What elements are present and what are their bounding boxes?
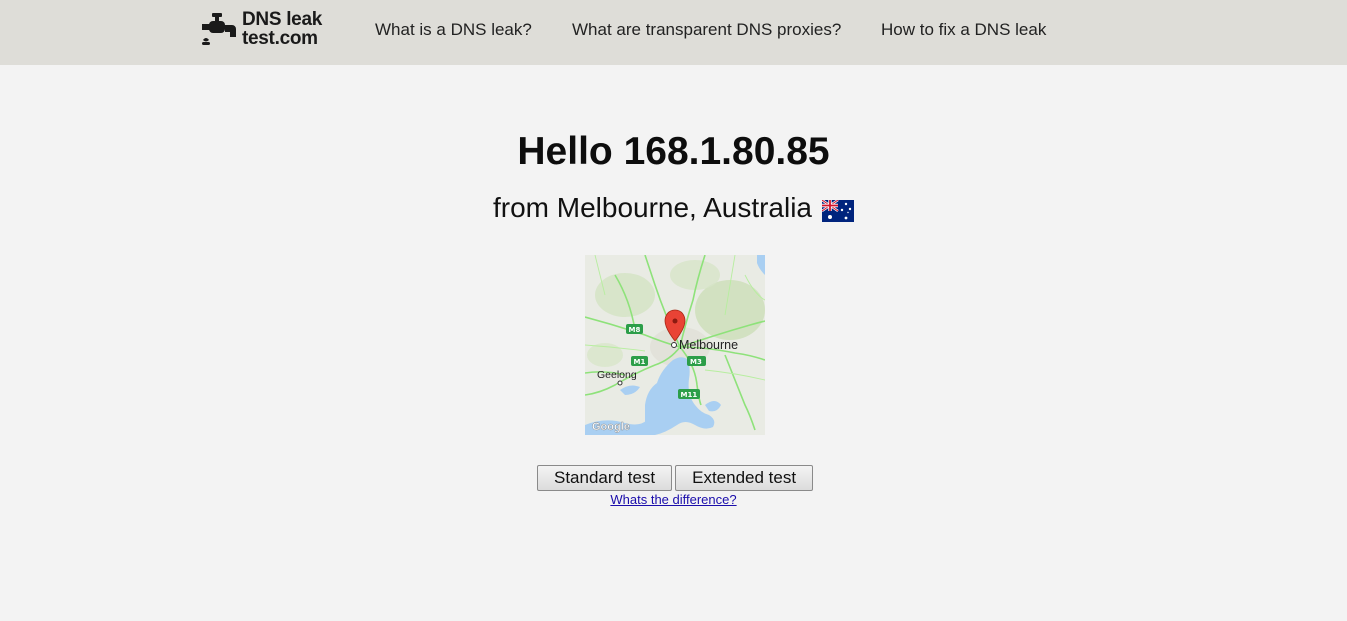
difference-link[interactable]: Whats the difference? — [610, 492, 736, 507]
map-attribution: Google — [592, 421, 630, 433]
site-header: DNS leak test.com What is a DNS leak? Wh… — [0, 0, 1347, 65]
faucet-logo-icon — [200, 10, 238, 48]
test-buttons: Standard test Extended test — [537, 465, 814, 491]
location-text: from Melbourne, Australia — [492, 192, 813, 223]
nav-link-what-is-dns-leak[interactable]: What is a DNS leak? — [375, 20, 532, 40]
map-label-m8: M8 — [629, 326, 641, 334]
map-label-m1: M1 — [634, 358, 646, 366]
ip-greeting: Hello 168.1.80.85 — [517, 130, 830, 173]
nav-link-transparent-dns-proxies[interactable]: What are transparent DNS proxies? — [572, 20, 841, 40]
map-label-m3: M3 — [690, 358, 702, 366]
logo-line-1: DNS leak — [242, 9, 322, 30]
map-label-melbourne: Melbourne — [679, 338, 738, 352]
logo-text: DNS leak test.com — [242, 10, 322, 48]
extended-test-button[interactable]: Extended test — [675, 465, 814, 491]
australia-flag-icon — [821, 197, 855, 222]
map-label-m11: M11 — [681, 391, 698, 399]
nav-link-how-to-fix[interactable]: How to fix a DNS leak — [881, 20, 1046, 40]
difference-link-wrapper: Whats the difference? — [0, 492, 1347, 507]
location-line: from Melbourne, Australia — [0, 192, 1347, 224]
site-logo[interactable]: DNS leak test.com — [200, 9, 335, 49]
standard-test-button[interactable]: Standard test — [537, 465, 673, 491]
location-map[interactable]: M8 M1 M3 M11 Melbourne Geelong Google — [585, 255, 765, 435]
map-label-geelong: Geelong — [597, 369, 637, 381]
logo-line-2: test.com — [242, 28, 318, 49]
